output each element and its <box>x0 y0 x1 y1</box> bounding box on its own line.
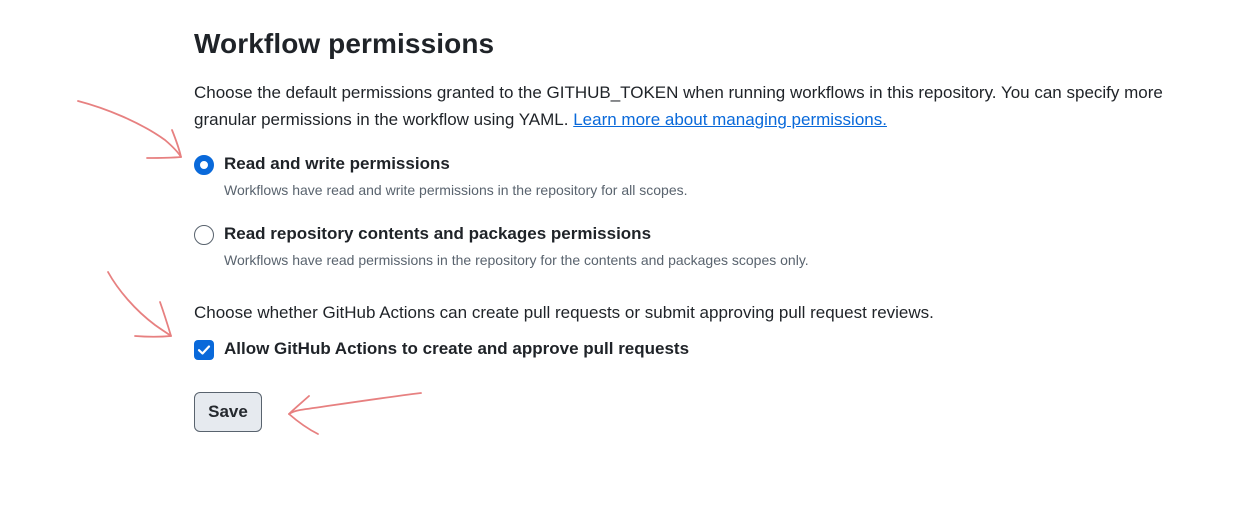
save-button[interactable]: Save <box>194 392 262 432</box>
option-read-write-note: Workflows have read and write permission… <box>224 182 688 198</box>
option-read-only-label[interactable]: Read repository contents and packages pe… <box>224 224 651 244</box>
radio-read-write[interactable] <box>194 155 214 175</box>
section-title: Workflow permissions <box>194 28 495 59</box>
annotation-arrow-2-icon <box>107 271 172 338</box>
checkmark-icon <box>197 345 211 355</box>
option-read-write-label[interactable]: Read and write permissions <box>224 154 450 174</box>
radio-read-only[interactable] <box>194 225 214 245</box>
option-read-only-note: Workflows have read permissions in the r… <box>224 252 809 268</box>
workflow-permissions-panel: Workflow permissions Choose the default … <box>0 0 1248 513</box>
allow-pr-label[interactable]: Allow GitHub Actions to create and appro… <box>224 339 689 359</box>
pull-request-question: Choose whether GitHub Actions can create… <box>194 303 934 322</box>
allow-pr-checkbox[interactable] <box>194 340 214 360</box>
annotation-arrow-1-icon <box>77 100 182 159</box>
annotation-arrow-3-icon <box>288 392 422 435</box>
section-description: Choose the default permissions granted t… <box>194 79 1174 133</box>
learn-more-link[interactable]: Learn more about managing permissions. <box>573 110 887 129</box>
